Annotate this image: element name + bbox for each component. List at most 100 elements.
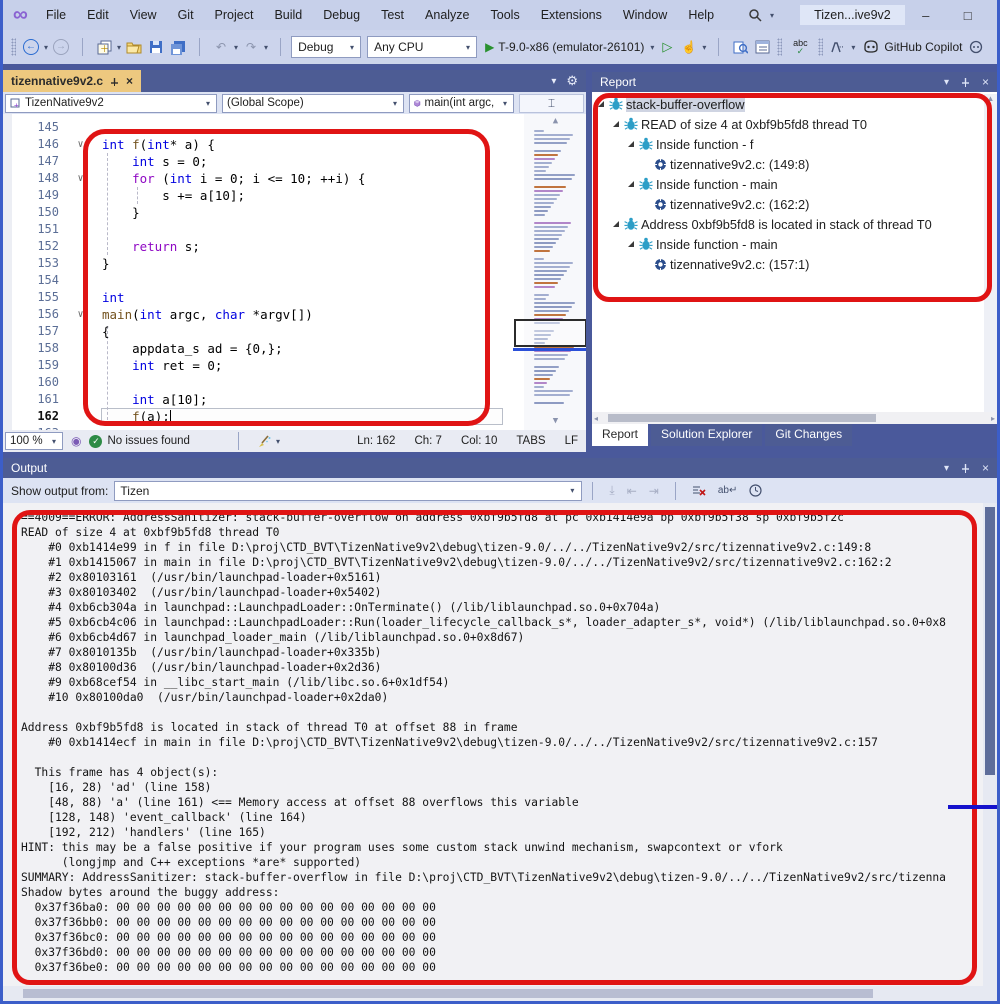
toolbar-grip[interactable] [777,38,782,56]
attach-icon[interactable]: ☝ [679,37,699,57]
navigate-back-button[interactable]: ← [21,37,41,57]
close-icon[interactable]: × [982,461,989,475]
gear-icon[interactable]: ⚙ [566,73,578,89]
menu-file[interactable]: File [46,8,66,22]
code-line[interactable]: 152 return s; [3,238,523,255]
menu-project[interactable]: Project [215,8,254,22]
pin-icon[interactable] [110,77,119,86]
code-line[interactable]: 157{ [3,323,523,340]
output-vertical-scrollbar[interactable] [983,503,997,986]
code-line[interactable]: 147 int s = 0; [3,153,523,170]
timestamp-icon[interactable] [749,484,762,497]
tab-report[interactable]: Report [592,424,648,446]
expander-icon[interactable] [613,221,619,227]
chevron-down-icon[interactable]: ▾ [264,43,268,52]
feedback-icon[interactable]: ◉ [71,434,81,448]
menu-git[interactable]: Git [178,8,194,22]
copilot-status-icon[interactable] [966,37,986,57]
code-line[interactable]: 158 appdata_s ad = {0,}; [3,340,523,357]
toolbar-grip[interactable] [818,38,823,56]
expander-icon[interactable] [628,141,634,147]
menu-window[interactable]: Window [623,8,667,22]
code-editor[interactable]: 145146∨int f(int* a) {147 int s = 0;148∨… [3,114,586,430]
report-tree-item[interactable]: Inside function - f [592,134,983,154]
toolbar-grip[interactable] [11,38,16,56]
expander-icon[interactable] [613,121,619,127]
code-line[interactable]: 151 [3,221,523,238]
minimize-button[interactable]: – [905,8,947,23]
report-tree-item[interactable]: Inside function - main [592,234,983,254]
code-line[interactable]: 156∨main(int argc, char *argv[]) [3,306,523,323]
code-line[interactable]: 148∨ for (int i = 0; i <= 10; ++i) { [3,170,523,187]
spell-check-icon[interactable]: abc✓ [787,37,813,57]
report-tree-item[interactable]: stack-buffer-overflow [592,94,983,114]
solution-platform-dropdown[interactable]: Any CPU▾ [367,36,477,58]
menu-debug[interactable]: Debug [323,8,360,22]
menu-view[interactable]: View [130,8,157,22]
char-indicator[interactable]: Ch: 7 [414,435,442,447]
solution-configuration-dropdown[interactable]: Debug▾ [291,36,361,58]
comment-edit-icon[interactable]: ,, [828,37,848,57]
menu-test[interactable]: Test [381,8,404,22]
report-tree-item[interactable]: Inside function - main [592,174,983,194]
find-in-files-icon[interactable] [730,37,750,57]
menu-tools[interactable]: Tools [491,8,520,22]
code-line[interactable]: 149 s += a[10]; [3,187,523,204]
tabs-indicator[interactable]: TABS [516,435,545,447]
report-tree-item[interactable]: tizennative9v2.c: (157:1) [592,254,983,274]
code-line[interactable]: 153} [3,255,523,272]
code-line[interactable]: 154 [3,272,523,289]
code-line[interactable]: 146∨int f(int* a) { [3,136,523,153]
zoom-dropdown[interactable]: 100 %▾ [5,432,63,450]
undo-icon[interactable]: ↶ [211,37,231,57]
code-line[interactable]: 155int [3,289,523,306]
tab-solution-explorer[interactable]: Solution Explorer [651,424,762,446]
code-line[interactable]: 159 int ret = 0; [3,357,523,374]
close-icon[interactable]: × [982,75,989,89]
solution-explorer-icon[interactable] [752,37,772,57]
document-tab[interactable]: tizennative9v2.c × [3,70,141,92]
redo-icon[interactable]: ↷ [241,37,261,57]
code-line[interactable]: 150 } [3,204,523,221]
chevron-down-icon[interactable]: ▾ [851,43,855,52]
report-tree-item[interactable]: tizennative9v2.c: (162:2) [592,194,983,214]
minimap-scrollbar[interactable]: ▲ ▼ [524,114,586,430]
clear-output-icon[interactable] [692,485,706,497]
chevron-down-icon[interactable]: ▾ [234,43,238,52]
scroll-up-icon[interactable]: ▲ [524,116,586,126]
report-tree-item[interactable]: tizennative9v2.c: (149:8) [592,154,983,174]
close-button[interactable]: × [989,8,1000,23]
menu-edit[interactable]: Edit [87,8,109,22]
menu-build[interactable]: Build [274,8,302,22]
expander-icon[interactable] [628,241,634,247]
project-dropdown[interactable]: + TizenNative9v2▾ [5,94,217,113]
report-tree-item[interactable]: Address 0xbf9b5fd8 is located in stack o… [592,214,983,234]
minimap-viewport[interactable] [514,319,586,347]
search-button[interactable]: ▾ [748,8,776,22]
pin-icon[interactable] [961,464,970,473]
close-tab-icon[interactable]: × [126,74,133,88]
menu-analyze[interactable]: Analyze [425,8,469,22]
maximize-button[interactable]: □ [947,8,989,23]
code-line[interactable]: 161 int a[10]; [3,391,523,408]
code-line[interactable]: 145 [3,119,523,136]
menu-extensions[interactable]: Extensions [541,8,602,22]
chevron-down-icon[interactable]: ▾ [551,76,556,87]
code-cleanup-button[interactable]: ▾ [257,435,282,448]
word-wrap-icon[interactable]: ab↵ [718,485,738,496]
fold-marker-icon[interactable]: ∨ [59,136,102,153]
new-project-icon[interactable]: ＋ [94,37,114,57]
split-window-button[interactable]: ⌶ [519,94,584,113]
column-indicator[interactable]: Col: 10 [461,435,497,447]
code-line[interactable]: 160 [3,374,523,391]
output-horizontal-scrollbar[interactable] [3,986,997,1001]
output-text-area[interactable]: ==4009==ERROR: AddressSanitizer: stack-b… [3,503,997,1001]
line-indicator[interactable]: Ln: 162 [357,435,395,447]
save-all-icon[interactable] [168,37,188,57]
chevron-down-icon[interactable]: ▾ [117,43,121,52]
code-line[interactable]: 163 [3,425,523,430]
report-panel-header[interactable]: Report ▾ × [592,72,997,92]
start-without-debugging-icon[interactable]: ▷ [657,37,677,57]
output-panel-header[interactable]: Output ▾ × [3,458,997,478]
report-vertical-scrollbar[interactable]: ▲ [984,94,997,412]
